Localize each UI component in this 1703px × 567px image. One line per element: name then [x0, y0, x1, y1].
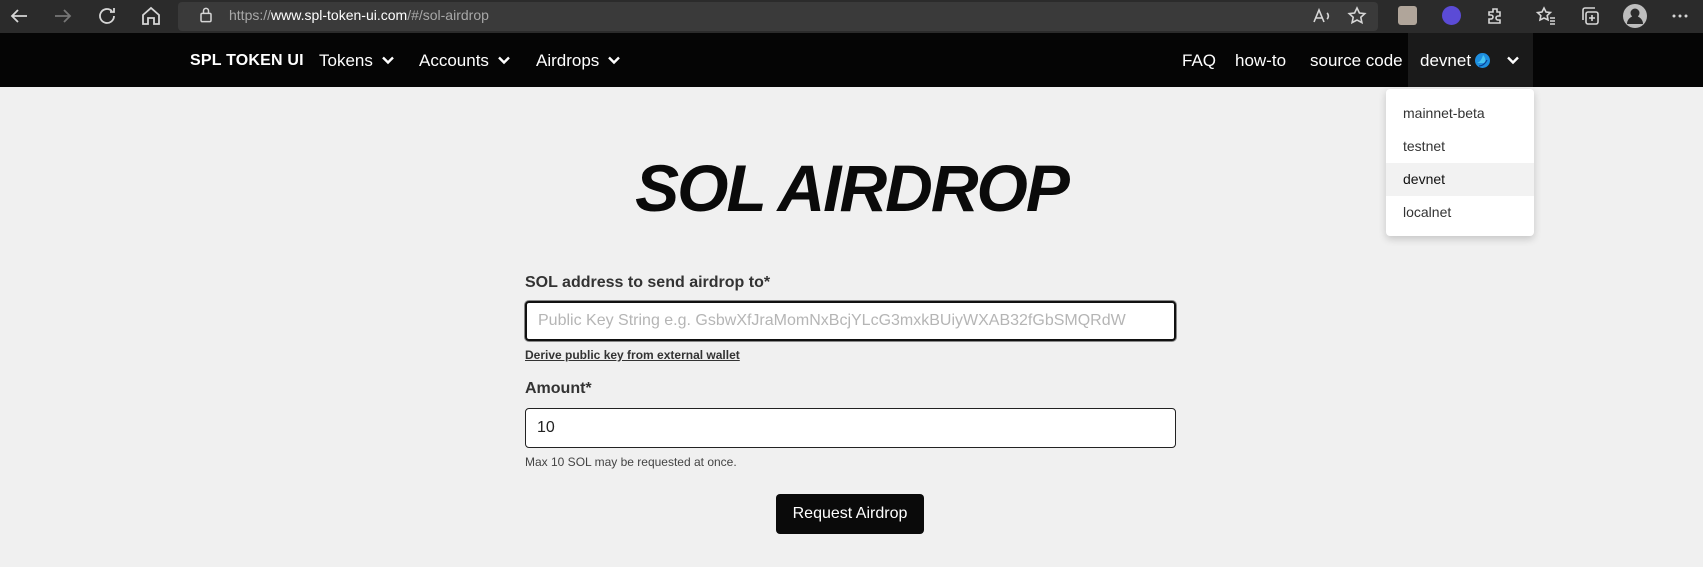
address-field-label: SOL address to send airdrop to*: [525, 274, 771, 291]
nav-link-source-code[interactable]: source code: [1310, 51, 1403, 71]
browser-toolbar: https://www.spl-token-ui.com/#/sol-airdr…: [0, 0, 1703, 33]
forward-arrow-icon[interactable]: [51, 4, 75, 28]
nav-menu-label: Airdrops: [536, 51, 600, 70]
lock-icon[interactable]: [196, 5, 216, 25]
more-menu-icon[interactable]: [1668, 4, 1692, 28]
chevron-down-icon: [607, 53, 621, 67]
favorite-star-icon[interactable]: [1345, 4, 1369, 28]
home-icon[interactable]: [139, 4, 163, 28]
profile-avatar-icon[interactable]: [1622, 3, 1648, 29]
nav-menu-label: Accounts: [419, 51, 489, 70]
phantom-wallet-icon[interactable]: [1442, 6, 1461, 25]
chevron-down-icon: [497, 53, 511, 67]
network-globe-icon: [1474, 52, 1491, 69]
brand-logo-text[interactable]: SPL TOKEN UI: [190, 52, 304, 70]
read-aloud-icon[interactable]: [1310, 4, 1334, 28]
top-navbar: SPL TOKEN UI Tokens Accounts Airdrops FA…: [0, 33, 1703, 87]
nav-menu-accounts[interactable]: Accounts: [419, 51, 511, 71]
sol-address-input[interactable]: [525, 301, 1176, 341]
nav-link-faq[interactable]: FAQ: [1182, 51, 1216, 71]
extensions-puzzle-icon[interactable]: [1484, 4, 1508, 28]
nav-link-how-to[interactable]: how-to: [1235, 51, 1286, 71]
network-label: devnet: [1420, 51, 1472, 70]
network-option-mainnet-beta[interactable]: mainnet-beta: [1386, 97, 1534, 130]
url-host: www.spl-token-ui.com: [271, 7, 408, 23]
nav-menu-tokens[interactable]: Tokens: [319, 51, 395, 71]
back-arrow-icon[interactable]: [7, 4, 31, 28]
chevron-down-icon: [381, 53, 395, 67]
amount-input[interactable]: [525, 408, 1176, 448]
favorites-icon[interactable]: [1534, 4, 1558, 28]
amount-help-text: Max 10 SOL may be requested at once.: [525, 455, 737, 469]
derive-public-key-link[interactable]: Derive public key from external wallet: [525, 348, 740, 362]
network-selector[interactable]: devnet: [1408, 33, 1533, 87]
extension-icon[interactable]: [1398, 6, 1417, 25]
amount-field-label: Amount*: [525, 380, 592, 397]
url-path: /#/sol-airdrop: [407, 7, 489, 23]
nav-menu-label: Tokens: [319, 51, 373, 70]
url-prefix: https://: [229, 7, 272, 23]
nav-menu-airdrops[interactable]: Airdrops: [536, 51, 621, 71]
collections-icon[interactable]: [1578, 4, 1602, 28]
url-text: https://www.spl-token-ui.com/#/sol-airdr…: [229, 7, 489, 23]
refresh-icon[interactable]: [95, 4, 119, 28]
chevron-down-icon: [1506, 53, 1520, 67]
page-title: SOL AIRDROP: [635, 151, 1070, 225]
request-airdrop-button[interactable]: Request Airdrop: [776, 494, 924, 534]
